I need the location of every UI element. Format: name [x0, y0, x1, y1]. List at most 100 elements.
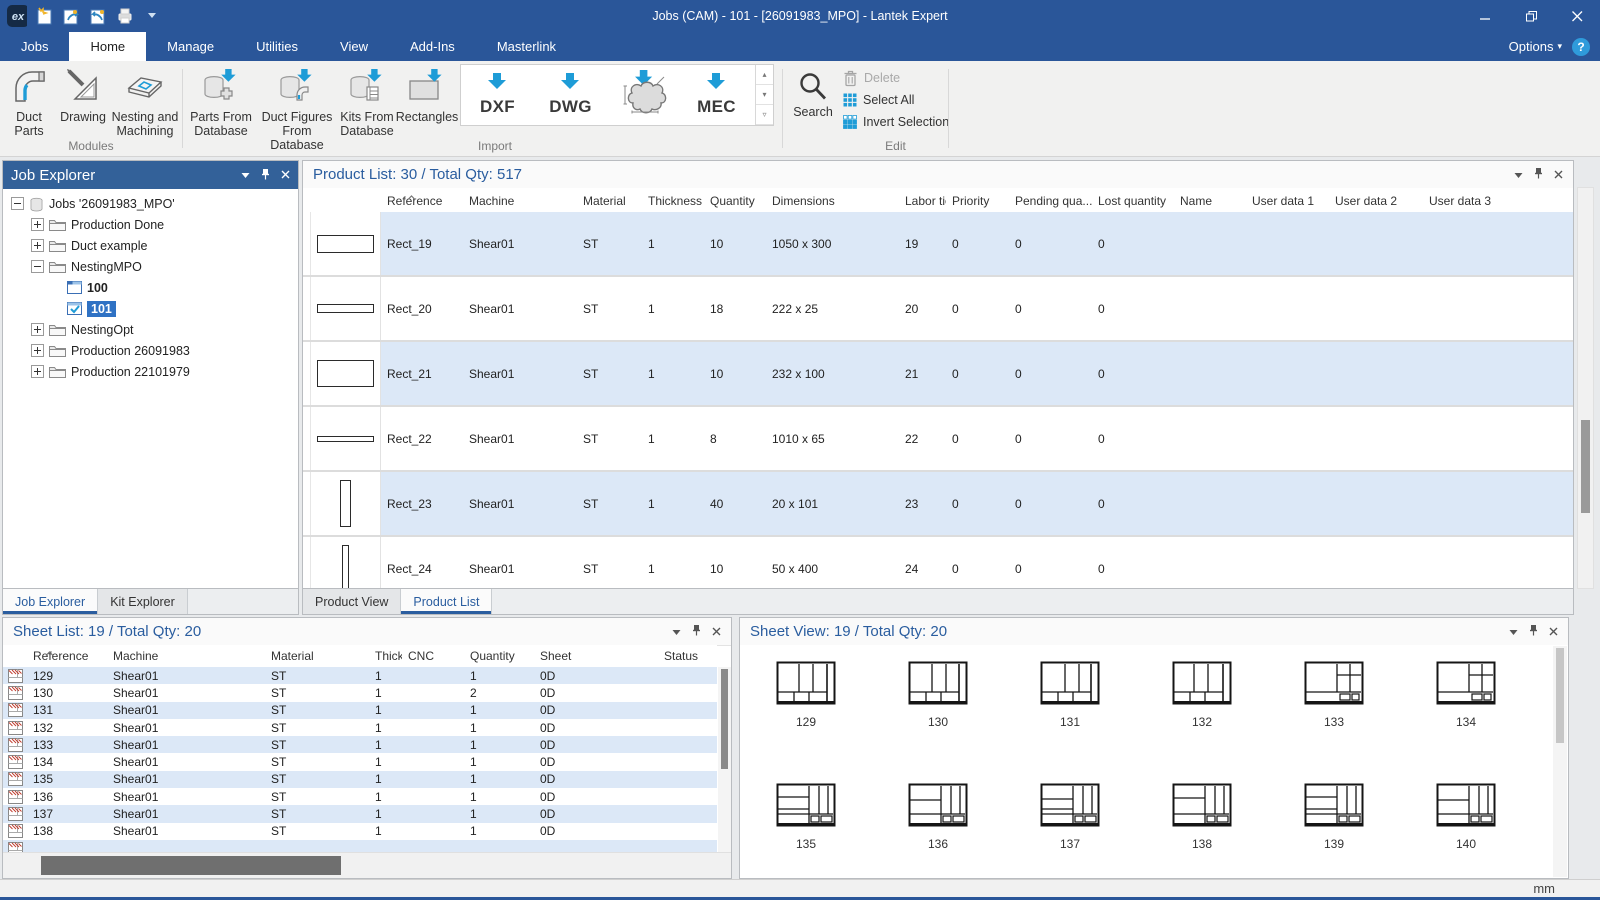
- column-header-priority[interactable]: Priority: [946, 188, 1009, 212]
- product-row-rect_22[interactable]: Rect_22Shear01ST181010 x 6522000: [303, 407, 1573, 472]
- invert-selection-button[interactable]: Invert Selection: [843, 111, 949, 133]
- sheet-thumbnail-129[interactable]: 129: [740, 661, 872, 729]
- sheet-thumbnail-136[interactable]: 136: [872, 783, 1004, 851]
- product-row-rect_19[interactable]: Rect_19Shear01ST1101050 x 30019000: [303, 212, 1573, 277]
- scrollbar-thumb[interactable]: [1556, 648, 1564, 743]
- product-row-rect_20[interactable]: Rect_20Shear01ST118222 x 2520000: [303, 277, 1573, 342]
- tab-home[interactable]: Home: [69, 32, 146, 61]
- sheet-thumbnail-134[interactable]: 134: [1400, 661, 1532, 729]
- tab-product-list[interactable]: Product List: [401, 589, 492, 614]
- expand-icon[interactable]: [31, 344, 44, 357]
- module-button-drawing[interactable]: Drawing: [58, 65, 108, 124]
- gallery-scroll-down[interactable]: ▾: [756, 85, 773, 105]
- expand-icon[interactable]: [31, 239, 44, 252]
- sheet-row-138[interactable]: 138Shear01ST110D: [3, 823, 717, 840]
- sheet-thumbnail-140[interactable]: 140: [1400, 783, 1532, 851]
- sheet-row-135[interactable]: 135Shear01ST110D: [3, 771, 717, 788]
- sheet-thumbnail-130[interactable]: 130: [872, 661, 1004, 729]
- sheet-thumbnail-135[interactable]: 135: [740, 783, 872, 851]
- tree-item-duct-example[interactable]: Duct example: [3, 235, 298, 256]
- import-mec-button[interactable]: MEC: [680, 65, 753, 125]
- tab-masterlink[interactable]: Masterlink: [476, 32, 577, 61]
- product-row-rect_23[interactable]: Rect_23Shear01ST14020 x 10123000: [303, 472, 1573, 537]
- tree-item-production-26091983[interactable]: Production 26091983: [3, 340, 298, 361]
- column-header-sheet[interactable]: Sheet: [534, 645, 658, 667]
- column-header-lost-quantity[interactable]: Lost quantity: [1092, 188, 1174, 212]
- sheet-thumbnail-131[interactable]: 131: [1004, 661, 1136, 729]
- sheet-row-133[interactable]: 133Shear01ST110D: [3, 736, 717, 753]
- tree-item-production-done[interactable]: Production Done: [3, 214, 298, 235]
- column-header-machine[interactable]: Machine: [107, 645, 265, 667]
- tree-item-nestingmpo[interactable]: NestingMPO: [3, 256, 298, 277]
- pin-icon[interactable]: [261, 168, 270, 183]
- button-rectangles[interactable]: Rectangles: [398, 65, 456, 124]
- expand-icon[interactable]: [31, 365, 44, 378]
- column-header-material[interactable]: Material: [577, 188, 642, 212]
- sheet-row-132[interactable]: 132Shear01ST110D: [3, 719, 717, 736]
- column-header-pending-qua-[interactable]: Pending qua...: [1009, 188, 1092, 212]
- new-document-icon[interactable]: [34, 6, 54, 26]
- sheet-thumbnail-138[interactable]: 138: [1136, 783, 1268, 851]
- column-header-dimensions[interactable]: Dimensions: [766, 188, 899, 212]
- pin-icon[interactable]: [692, 624, 701, 639]
- close-icon[interactable]: [712, 625, 721, 639]
- expand-icon[interactable]: [31, 323, 44, 336]
- options-button[interactable]: Options ▾: [1509, 39, 1562, 54]
- column-header-quantity[interactable]: Quantity: [704, 188, 766, 212]
- import-dxf-button[interactable]: DXF: [461, 65, 534, 125]
- pin-icon[interactable]: [1534, 167, 1543, 182]
- button-parts-from-database[interactable]: Parts From Database: [188, 65, 254, 138]
- tree-item-101[interactable]: 101: [3, 298, 298, 319]
- sheet-thumbnail-139[interactable]: 139: [1268, 783, 1400, 851]
- column-header-machine[interactable]: Machine: [463, 188, 577, 212]
- chevron-down-icon[interactable]: [672, 625, 681, 639]
- column-header-labor-tick-[interactable]: Labor tick...: [899, 188, 946, 212]
- tab-add-ins[interactable]: Add-Ins: [389, 32, 476, 61]
- column-header-user-data-1[interactable]: User data 1: [1246, 188, 1329, 212]
- chevron-down-icon[interactable]: [1509, 625, 1518, 639]
- search-button[interactable]: Search: [792, 69, 834, 119]
- close-button[interactable]: [1554, 0, 1600, 32]
- save-icon[interactable]: [88, 6, 108, 26]
- column-header-reference[interactable]: Reference: [27, 645, 107, 667]
- sheet-row[interactable]: [3, 840, 717, 852]
- sheet-row-130[interactable]: 130Shear01ST120D: [3, 684, 717, 701]
- product-row-rect_24[interactable]: Rect_24Shear01ST11050 x 40024000: [303, 537, 1573, 588]
- module-button-duct-parts[interactable]: Duct Parts: [2, 65, 56, 138]
- tab-view[interactable]: View: [319, 32, 389, 61]
- tab-jobs[interactable]: Jobs: [0, 32, 69, 61]
- sheet-row-131[interactable]: 131Shear01ST110D: [3, 702, 717, 719]
- gallery-expand[interactable]: ▿: [756, 105, 773, 125]
- column-header-reference[interactable]: Reference: [381, 188, 463, 212]
- quick-access-dropdown-icon[interactable]: [142, 6, 162, 26]
- sheet-thumbnail-133[interactable]: 133: [1268, 661, 1400, 729]
- chevron-down-icon[interactable]: [1514, 168, 1523, 182]
- sheet-list-horizontal-scrollbar[interactable]: [3, 852, 731, 878]
- close-icon[interactable]: [1554, 168, 1563, 182]
- button-kits-from-database[interactable]: Kits From Database: [338, 65, 396, 138]
- collapse-icon[interactable]: [31, 260, 44, 273]
- scrollbar-thumb[interactable]: [41, 856, 341, 875]
- collapse-icon[interactable]: [11, 197, 24, 210]
- select-all-button[interactable]: Select All: [843, 89, 949, 111]
- sheet-thumbnail-137[interactable]: 137: [1004, 783, 1136, 851]
- product-list-vertical-scrollbar[interactable]: [1577, 187, 1594, 589]
- tab-manage[interactable]: Manage: [146, 32, 235, 61]
- tree-item-100[interactable]: 100: [3, 277, 298, 298]
- button-duct-figures-from-database[interactable]: Duct Figures From Database: [258, 65, 336, 152]
- scrollbar-thumb[interactable]: [1581, 420, 1590, 513]
- column-header-name[interactable]: Name: [1174, 188, 1246, 212]
- sheet-view-vertical-scrollbar[interactable]: [1553, 646, 1567, 877]
- sheet-row-136[interactable]: 136Shear01ST110D: [3, 788, 717, 805]
- open-icon[interactable]: [61, 6, 81, 26]
- column-header-thickness[interactable]: Thickness: [642, 188, 704, 212]
- scrollbar-thumb[interactable]: [721, 669, 728, 769]
- product-row-rect_21[interactable]: Rect_21Shear01ST110232 x 10021000: [303, 342, 1573, 407]
- column-header-quantity[interactable]: Quantity: [464, 645, 534, 667]
- tab-kit-explorer[interactable]: Kit Explorer: [98, 589, 188, 614]
- column-header-user-data-3[interactable]: User data 3: [1423, 188, 1573, 212]
- chevron-down-icon[interactable]: [241, 168, 250, 182]
- tree-item-nestingopt[interactable]: NestingOpt: [3, 319, 298, 340]
- help-button[interactable]: ?: [1572, 38, 1590, 56]
- sheet-row-134[interactable]: 134Shear01ST110D: [3, 753, 717, 770]
